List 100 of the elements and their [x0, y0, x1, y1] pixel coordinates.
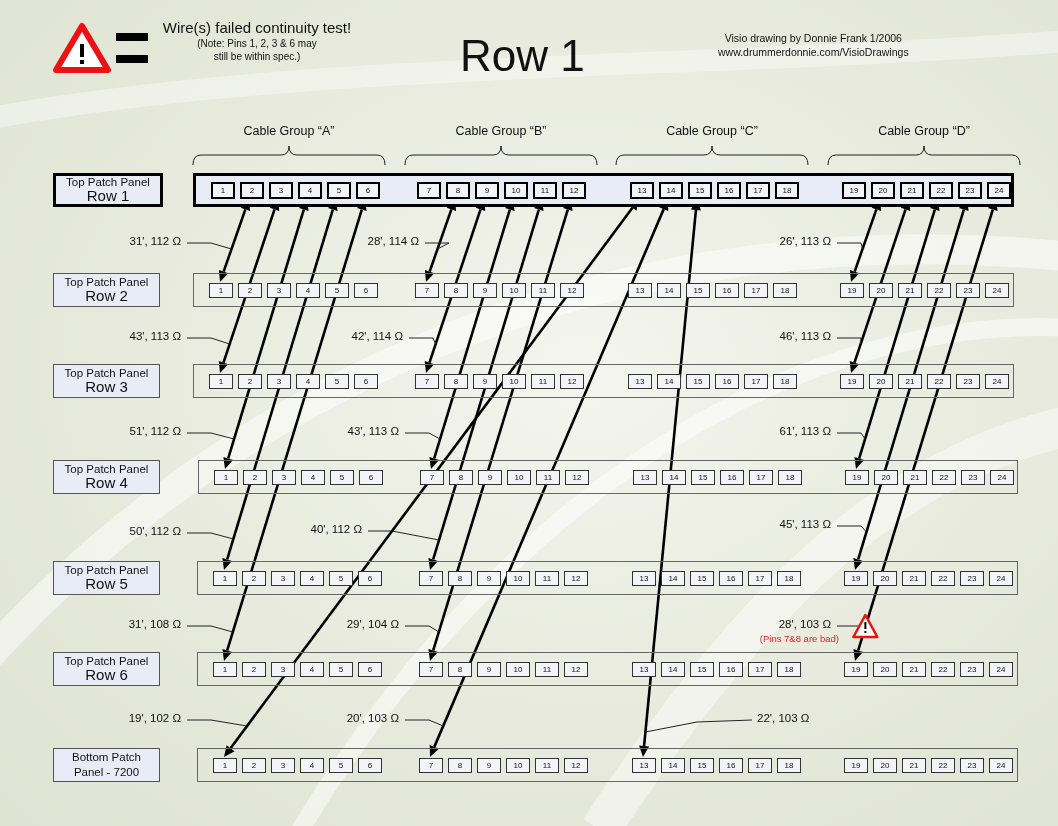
port: 18 [773, 283, 797, 298]
port: 16 [715, 283, 739, 298]
port: 23 [956, 374, 980, 389]
port: 1 [213, 662, 237, 677]
port: 21 [902, 662, 926, 677]
port: 1 [209, 374, 233, 389]
leader-line [404, 432, 441, 440]
port: 15 [686, 283, 710, 298]
port: 24 [985, 374, 1009, 389]
port: 9 [473, 374, 497, 389]
cable-reading: 50', 112 Ω [129, 525, 181, 537]
port: 1 [211, 182, 235, 199]
port: 23 [958, 182, 982, 199]
port: 1 [214, 470, 238, 485]
leader-line [836, 525, 867, 533]
port: 8 [448, 571, 472, 586]
port: 10 [506, 571, 530, 586]
port: 8 [444, 374, 468, 389]
port: 16 [715, 374, 739, 389]
port: 12 [564, 758, 588, 773]
cable-reading: 31', 112 Ω [129, 235, 181, 247]
port: 22 [931, 758, 955, 773]
port: 16 [719, 758, 743, 773]
port: 4 [300, 662, 324, 677]
port: 1 [213, 758, 237, 773]
port: 23 [960, 662, 984, 677]
port: 4 [300, 758, 324, 773]
cable-reading: 42', 114 Ω [351, 330, 403, 342]
port: 18 [775, 182, 799, 199]
port: 19 [840, 374, 864, 389]
port: 11 [535, 662, 559, 677]
port: 16 [717, 182, 741, 199]
panel-row: Row 3 [85, 379, 128, 395]
port: 8 [444, 283, 468, 298]
port: 22 [927, 283, 951, 298]
leader-line [186, 337, 231, 345]
cable-reading: 28', 114 Ω [367, 235, 419, 247]
port: 24 [990, 470, 1014, 485]
port: 2 [240, 182, 264, 199]
port: 3 [271, 758, 295, 773]
leader-line [404, 625, 440, 633]
panel-row: Row 1 [86, 188, 130, 204]
cable-reading: 46', 113 Ω [779, 330, 831, 342]
port: 9 [475, 182, 499, 199]
cable-reading: 20', 103 Ω [346, 712, 399, 724]
port: 19 [844, 662, 868, 677]
port: 4 [301, 470, 325, 485]
port: 10 [502, 283, 526, 298]
port: 3 [267, 374, 291, 389]
cable-reading: 19', 102 Ω [128, 712, 181, 724]
port: 10 [507, 470, 531, 485]
credit-text: Visio drawing by Donnie Frank 1/2006 [724, 32, 902, 46]
port: 3 [269, 182, 293, 199]
port: 11 [533, 182, 557, 199]
cable-reading: 51', 112 Ω [129, 425, 181, 437]
port: 12 [565, 470, 589, 485]
panel-row: Row 2 [85, 288, 128, 304]
port: 21 [902, 758, 926, 773]
port: 16 [720, 470, 744, 485]
port: 13 [632, 662, 656, 677]
leader-line [836, 242, 864, 250]
port: 8 [448, 758, 472, 773]
panel-name: Top Patch Panel [64, 276, 149, 289]
port: 6 [356, 182, 380, 199]
legend-title: Wire(s) failed continuity test! [162, 19, 352, 36]
port: 20 [869, 374, 893, 389]
port: 17 [748, 571, 772, 586]
port: 2 [238, 374, 262, 389]
port: 6 [359, 470, 383, 485]
port: 20 [874, 470, 898, 485]
cable-group-label: Cable Group “C” [665, 124, 759, 138]
port: 24 [989, 662, 1013, 677]
port: 13 [630, 182, 654, 199]
port: 22 [932, 470, 956, 485]
port: 12 [560, 374, 584, 389]
port: 3 [267, 283, 291, 298]
port: 5 [329, 571, 353, 586]
port: 12 [560, 283, 584, 298]
port: 23 [956, 283, 980, 298]
port: 12 [562, 182, 586, 199]
port: 11 [531, 374, 555, 389]
port: 5 [325, 283, 349, 298]
port: 10 [504, 182, 528, 199]
port: 2 [242, 758, 266, 773]
port: 9 [477, 662, 501, 677]
port: 24 [987, 182, 1011, 199]
port: 2 [243, 470, 267, 485]
port: 7 [417, 182, 441, 199]
port: 6 [358, 758, 382, 773]
port: 1 [209, 283, 233, 298]
port: 21 [898, 374, 922, 389]
cable-group-label: Cable Group “A” [242, 124, 336, 138]
port: 13 [632, 571, 656, 586]
port: 5 [325, 374, 349, 389]
port: 2 [242, 662, 266, 677]
port: 4 [298, 182, 322, 199]
port: 16 [719, 662, 743, 677]
port: 13 [628, 374, 652, 389]
port: 19 [844, 758, 868, 773]
cable-reading: 45', 113 Ω [779, 518, 831, 530]
